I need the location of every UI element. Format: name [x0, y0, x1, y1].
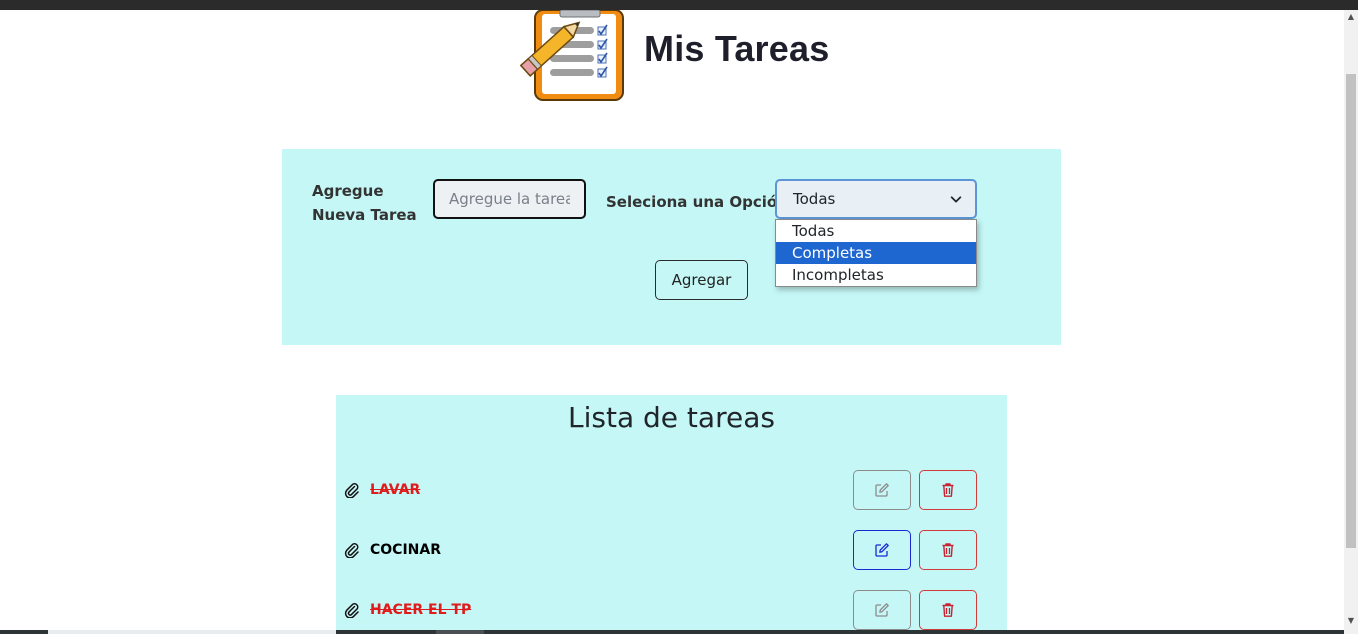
- task-name: HACER EL TP: [370, 602, 472, 618]
- page-scrollbar[interactable]: ▲ ▼: [1344, 10, 1358, 634]
- delete-task-button[interactable]: [919, 590, 977, 630]
- paperclip-icon: [344, 483, 359, 498]
- filter-select-label: Seleciona una Opción: [606, 193, 788, 211]
- task-row: LAVAR: [336, 470, 1007, 510]
- new-task-label: Agregue Nueva Tarea: [312, 182, 417, 224]
- filter-select-value: Todas: [793, 190, 836, 208]
- taskbar-item: [436, 630, 484, 634]
- task-name: COCINAR: [370, 542, 441, 558]
- task-name: LAVAR: [370, 482, 421, 498]
- filter-dropdown-list: Todas Completas Incompletas: [775, 219, 977, 287]
- browser-top-bar: [0, 0, 1358, 10]
- taskbar-item: [48, 630, 336, 634]
- scrollbar-thumb[interactable]: [1346, 74, 1356, 548]
- edit-task-button[interactable]: [853, 590, 911, 630]
- trash-icon: [942, 603, 954, 617]
- edit-icon: [875, 543, 889, 557]
- chevron-down-icon: [950, 196, 962, 203]
- taskbar-strip: [0, 630, 1344, 634]
- trash-icon: [942, 483, 954, 497]
- add-task-button[interactable]: Agregar: [655, 260, 748, 300]
- scroll-up-arrow-icon[interactable]: ▲: [1344, 10, 1358, 24]
- delete-task-button[interactable]: [919, 530, 977, 570]
- clipboard-checklist-pencil-icon: [520, 10, 624, 101]
- new-task-input[interactable]: [433, 179, 586, 219]
- delete-task-button[interactable]: [919, 470, 977, 510]
- edit-task-button[interactable]: [853, 530, 911, 570]
- edit-task-button[interactable]: [853, 470, 911, 510]
- paperclip-icon: [344, 543, 359, 558]
- task-list-title: Lista de tareas: [568, 401, 775, 434]
- paperclip-icon: [344, 603, 359, 618]
- dropdown-option-todas[interactable]: Todas: [776, 220, 976, 242]
- scroll-down-arrow-icon[interactable]: ▼: [1344, 614, 1358, 628]
- page-title: Mis Tareas: [644, 28, 830, 69]
- edit-icon: [875, 483, 889, 497]
- filter-select[interactable]: Todas: [775, 179, 977, 219]
- trash-icon: [942, 543, 954, 557]
- edit-icon: [875, 603, 889, 617]
- task-row: HACER EL TP: [336, 590, 1007, 630]
- dropdown-option-completas[interactable]: Completas: [776, 242, 976, 264]
- dropdown-option-incompletas[interactable]: Incompletas: [776, 264, 976, 286]
- task-row: COCINAR: [336, 530, 1007, 570]
- task-list-panel: Lista de tareas LAVAR COCINAR HACER EL T…: [336, 395, 1007, 634]
